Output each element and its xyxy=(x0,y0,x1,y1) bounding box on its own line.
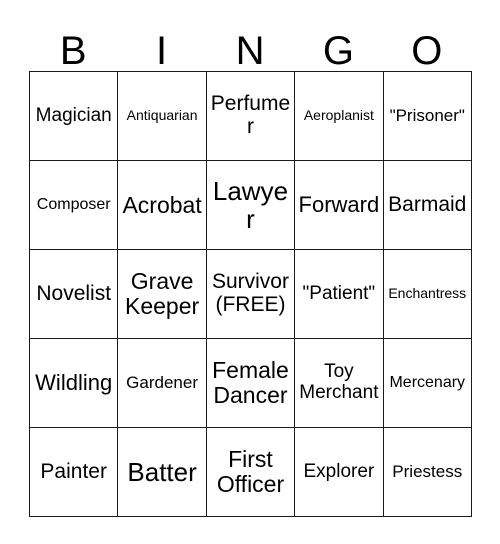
bingo-cell-label: Painter xyxy=(40,459,107,483)
bingo-cell-label: Female Dancer xyxy=(212,357,289,408)
bingo-header-letter-g: G xyxy=(322,29,354,73)
bingo-cell-label: Priestess xyxy=(392,461,463,481)
bingo-cell-i2[interactable]: Acrobat xyxy=(117,160,207,250)
bingo-cell-label: Toy Merchant xyxy=(299,361,379,403)
bingo-cell-g1[interactable]: Aeroplanist xyxy=(294,71,384,161)
bingo-cell-g5[interactable]: Explorer xyxy=(294,427,384,517)
bingo-cell-label: Perfumer xyxy=(210,92,291,138)
bingo-header-letter-b: B xyxy=(59,29,87,73)
bingo-cell-g2[interactable]: Forward xyxy=(294,160,384,250)
bingo-cell-label: Grave Keeper xyxy=(125,268,200,319)
bingo-row: Magician Antiquarian Perfumer Aeroplanis… xyxy=(28,71,472,161)
bingo-cell-n4[interactable]: Female Dancer xyxy=(205,338,296,428)
bingo-cell-i5[interactable]: Batter xyxy=(117,427,207,517)
bingo-cell-label: Gardener xyxy=(126,372,198,392)
bingo-cell-label: Magician xyxy=(35,104,112,126)
bingo-cell-label: "Patient" xyxy=(302,282,376,304)
bingo-cell-o2[interactable]: Barmaid xyxy=(382,160,472,250)
bingo-cell-label: Mercenary xyxy=(389,374,466,392)
bingo-header-letter-o: O xyxy=(411,29,443,73)
bingo-cell-label: Novelist xyxy=(36,281,112,305)
bingo-cell-label: Survivor (FREE) xyxy=(211,270,289,316)
bingo-cell-label: Antiquarian xyxy=(126,107,198,124)
bingo-cell-i4[interactable]: Gardener xyxy=(117,338,207,428)
bingo-cell-n1[interactable]: Perfumer xyxy=(205,71,296,161)
bingo-cell-g4[interactable]: Toy Merchant xyxy=(294,338,384,428)
bingo-cell-label: Explorer xyxy=(303,460,375,482)
bingo-cell-label: "Prisoner" xyxy=(389,105,465,125)
bingo-cell-o4[interactable]: Mercenary xyxy=(382,338,472,428)
bingo-cell-n3-free[interactable]: Survivor (FREE) xyxy=(205,249,296,339)
bingo-cell-i1[interactable]: Antiquarian xyxy=(117,71,207,161)
bingo-row: Wildling Gardener Female Dancer Toy Merc… xyxy=(28,338,472,428)
bingo-cell-label: Composer xyxy=(36,196,111,214)
bingo-cell-i3[interactable]: Grave Keeper xyxy=(117,249,207,339)
bingo-cell-label: First Officer xyxy=(216,446,285,497)
bingo-cell-label: Enchantress xyxy=(388,285,467,302)
bingo-cell-b2[interactable]: Composer xyxy=(28,160,119,250)
bingo-cell-label: Acrobat xyxy=(122,191,202,218)
bingo-cell-n5[interactable]: First Officer xyxy=(205,427,296,517)
bingo-cell-o5[interactable]: Priestess xyxy=(382,427,472,517)
bingo-row: Composer Acrobat Lawyer Forward Barmaid xyxy=(28,160,472,250)
bingo-cell-label: Forward xyxy=(298,192,380,218)
bingo-card: B I N G O Magician Antiquarian Perfumer … xyxy=(28,22,472,517)
bingo-cell-label: Batter xyxy=(127,456,197,487)
bingo-row: Painter Batter First Officer Explorer Pr… xyxy=(28,427,472,517)
bingo-header-letter-n: N xyxy=(235,29,265,73)
bingo-grid: Magician Antiquarian Perfumer Aeroplanis… xyxy=(28,71,472,517)
bingo-cell-o3[interactable]: Enchantress xyxy=(382,249,472,339)
bingo-cell-b4[interactable]: Wildling xyxy=(28,338,119,428)
bingo-cell-label: Barmaid xyxy=(388,192,467,216)
bingo-cell-b1[interactable]: Magician xyxy=(28,71,119,161)
bingo-row: Novelist Grave Keeper Survivor (FREE) "P… xyxy=(28,249,472,339)
bingo-cell-g3[interactable]: "Patient" xyxy=(294,249,384,339)
bingo-cell-label: Wildling xyxy=(35,370,113,396)
bingo-cell-n2[interactable]: Lawyer xyxy=(205,160,296,250)
bingo-header-letter-i: I xyxy=(156,29,168,73)
bingo-cell-o1[interactable]: "Prisoner" xyxy=(382,71,472,161)
bingo-cell-label: Aeroplanist xyxy=(303,107,374,124)
bingo-cell-b5[interactable]: Painter xyxy=(28,427,119,517)
bingo-cell-label: Lawyer xyxy=(212,175,289,234)
bingo-cell-b3[interactable]: Novelist xyxy=(28,249,119,339)
bingo-header-row: B I N G O xyxy=(29,22,471,71)
